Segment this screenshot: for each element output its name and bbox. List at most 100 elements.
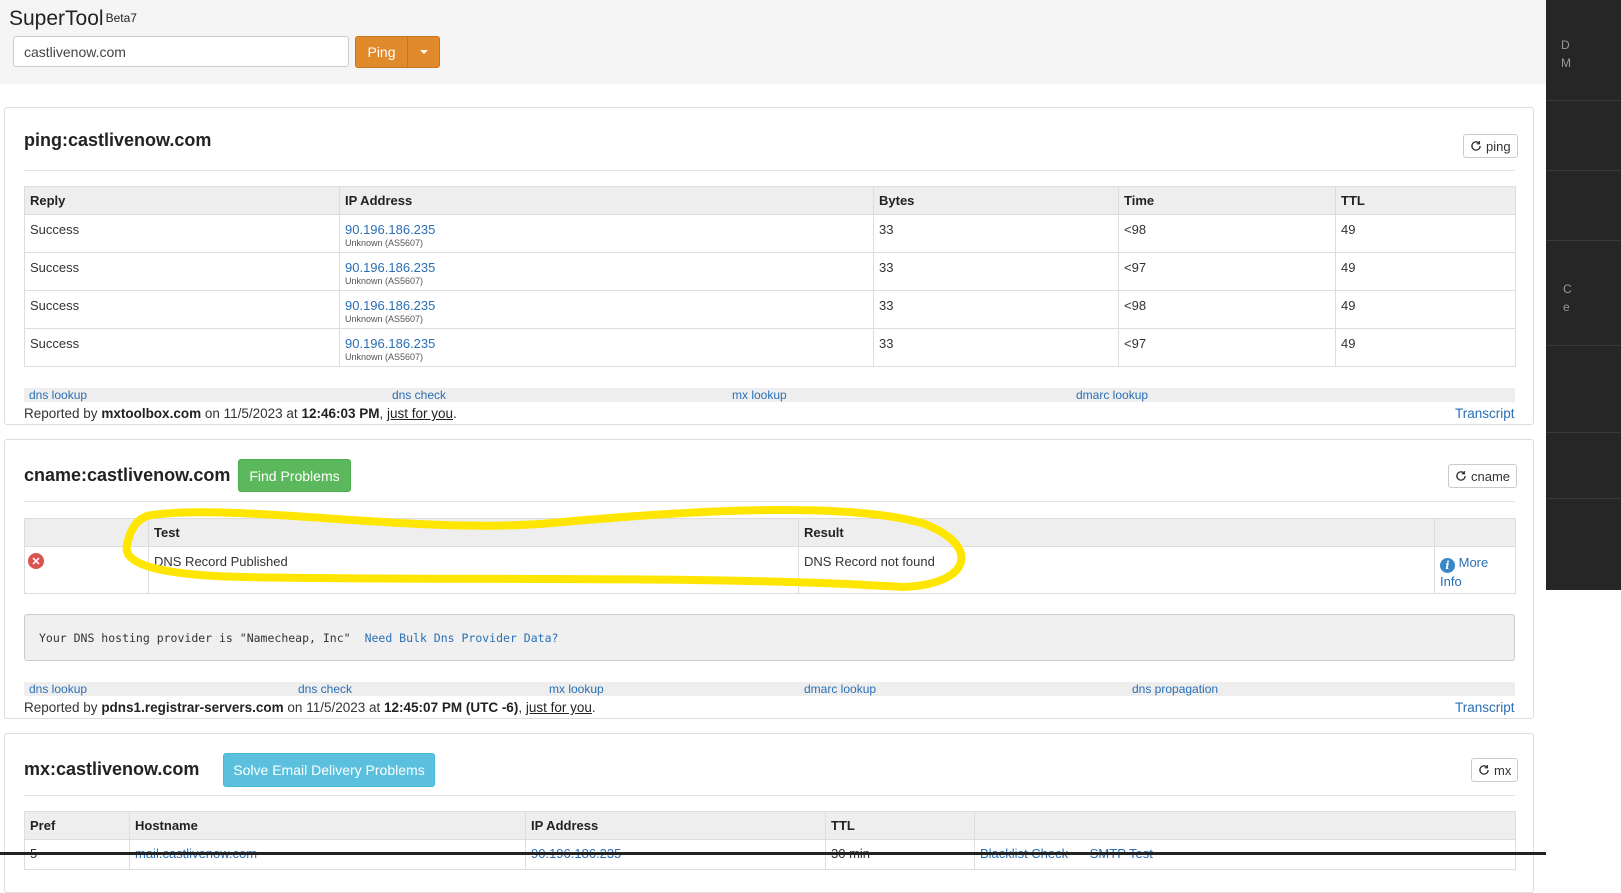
dns-propagation-link[interactable]: dns propagation [1132, 682, 1218, 696]
more-info-link[interactable]: More [1459, 555, 1489, 570]
dns-lookup-link[interactable]: dns lookup [29, 682, 87, 696]
bulk-dns-provider-link[interactable]: Need Bulk Dns Provider Data? [365, 631, 559, 645]
column-header: Reply [24, 186, 340, 215]
ip-link[interactable]: 90.196.186.235 [345, 336, 435, 351]
ip-link[interactable]: 90.196.186.235 [345, 298, 435, 313]
bytes-cell: 33 [873, 214, 1119, 253]
mx-lookup-link[interactable]: mx lookup [549, 682, 604, 696]
domain-search-input[interactable] [13, 36, 349, 67]
top-bar: SuperToolBeta7 Ping [0, 0, 1546, 84]
table-row: Success 90.196.186.235 Unknown (AS5607) 3… [24, 252, 1516, 291]
dns-lookup-link[interactable]: dns lookup [29, 388, 87, 402]
ttl-cell: 49 [1335, 214, 1516, 253]
refresh-label: cname [1471, 468, 1511, 484]
dmarc-lookup-link[interactable]: dmarc lookup [804, 682, 876, 696]
cname-panel: cname:castlivenow.com Find Problems cnam… [4, 439, 1534, 719]
just-for-you-link[interactable]: just for you [387, 406, 453, 421]
report-date: on 11/5/2023 at [287, 700, 381, 715]
related-tools-bar: dns lookup dns check mx lookup dmarc loo… [24, 388, 1515, 402]
ip-link[interactable]: 90.196.186.235 [345, 222, 435, 237]
more-info-link[interactable]: Info [1440, 574, 1462, 589]
mx-results-table: Pref Hostname IP Address TTL 5 mail.cast… [24, 811, 1516, 870]
sidebar-divider [1546, 345, 1621, 346]
report-separator: , [518, 700, 523, 715]
divider [24, 795, 1515, 796]
status-header [24, 518, 149, 547]
sidebar-snippet: M [1561, 56, 1571, 70]
reply-cell: Success [24, 328, 340, 367]
mx-refresh-button[interactable]: mx [1471, 758, 1519, 782]
find-problems-button[interactable]: Find Problems [238, 459, 351, 492]
column-header: Test [148, 518, 799, 547]
table-row: ✕ DNS Record Published DNS Record not fo… [24, 546, 1516, 594]
divider [24, 170, 1515, 171]
chevron-down-icon [419, 50, 428, 54]
bytes-cell: 33 [873, 328, 1119, 367]
column-header: Time [1118, 186, 1336, 215]
time-cell: <98 [1118, 214, 1336, 253]
app-brand: SuperTool Beta7 [9, 7, 137, 31]
column-header: Hostname [129, 811, 526, 840]
dns-provider-text: Your DNS hosting provider is "Namecheap,… [39, 630, 351, 645]
ip-link[interactable]: 90.196.186.235 [345, 260, 435, 275]
sidebar-divider [1546, 100, 1621, 101]
report-line: Reported by pdns1.registrar-servers.com … [24, 700, 596, 715]
reply-cell: Success [24, 252, 340, 291]
sidebar-snippet: e [1563, 300, 1570, 314]
refresh-icon [1456, 471, 1466, 481]
panel-title: ping:castlivenow.com [24, 130, 212, 150]
table-row: Success 90.196.186.235 Unknown (AS5607) 3… [24, 328, 1516, 367]
result-cell: DNS Record not found [798, 546, 1435, 594]
ping-refresh-button[interactable]: ping [1463, 134, 1518, 158]
ping-button[interactable]: Ping [355, 36, 408, 68]
refresh-label: mx [1494, 762, 1512, 778]
dmarc-lookup-link[interactable]: dmarc lookup [1076, 388, 1148, 402]
report-end: . [453, 406, 457, 421]
panel-title: mx:castlivenow.com [24, 759, 200, 779]
report-date: on 11/5/2023 at [204, 406, 298, 421]
app-name: SuperTool [9, 7, 104, 30]
report-separator: , [379, 406, 384, 421]
ttl-cell: 49 [1335, 252, 1516, 291]
report-time: 12:45:07 PM (UTC -6) [384, 700, 519, 715]
report-prefix: Reported by [24, 406, 98, 421]
sidebar-divider [1546, 170, 1621, 171]
transcript-link[interactable]: Transcript [1455, 700, 1515, 715]
column-header: TTL [1335, 186, 1516, 215]
ping-panel: ping:castlivenow.com ping Reply IP Addre… [4, 107, 1534, 425]
asn-label: Unknown (AS5607) [345, 238, 424, 248]
error-icon: ✕ [28, 553, 44, 569]
time-cell: <97 [1118, 252, 1336, 291]
asn-label: Unknown (AS5607) [345, 352, 424, 362]
solve-email-delivery-button[interactable]: Solve Email Delivery Problems [223, 753, 435, 787]
time-cell: <97 [1118, 328, 1336, 367]
dns-check-link[interactable]: dns check [298, 682, 352, 696]
report-server: pdns1.registrar-servers.com [101, 700, 284, 715]
reply-cell: Success [24, 214, 340, 253]
refresh-icon [1479, 765, 1489, 775]
time-cell: <98 [1118, 290, 1336, 329]
cname-results-table: Test Result ✕ DNS Record Published DNS R… [24, 518, 1516, 594]
mx-lookup-link[interactable]: mx lookup [732, 388, 787, 402]
ttl-cell: 49 [1335, 290, 1516, 329]
dns-check-link[interactable]: dns check [392, 388, 446, 402]
just-for-you-link[interactable]: just for you [526, 700, 592, 715]
report-line: Reported by mxtoolbox.com on 11/5/2023 a… [24, 406, 457, 421]
ping-dropdown-button[interactable] [407, 36, 440, 68]
sidebar-snippet: D [1561, 38, 1570, 52]
column-header [974, 811, 1516, 840]
sidebar-divider [1546, 498, 1621, 499]
report-server: mxtoolbox.com [101, 406, 202, 421]
cname-refresh-button[interactable]: cname [1448, 464, 1518, 488]
sidebar-snippet: C [1563, 282, 1572, 296]
ttl-cell: 49 [1335, 328, 1516, 367]
column-header: TTL [825, 811, 975, 840]
column-header: Bytes [873, 186, 1119, 215]
sidebar-divider [1546, 432, 1621, 433]
bytes-cell: 33 [873, 290, 1119, 329]
divider [24, 501, 1515, 502]
transcript-link[interactable]: Transcript [1455, 406, 1515, 421]
right-sidebar [1546, 0, 1621, 590]
ping-results-table: Reply IP Address Bytes Time TTL Success … [24, 186, 1516, 367]
window-bottom-edge [0, 852, 1546, 855]
